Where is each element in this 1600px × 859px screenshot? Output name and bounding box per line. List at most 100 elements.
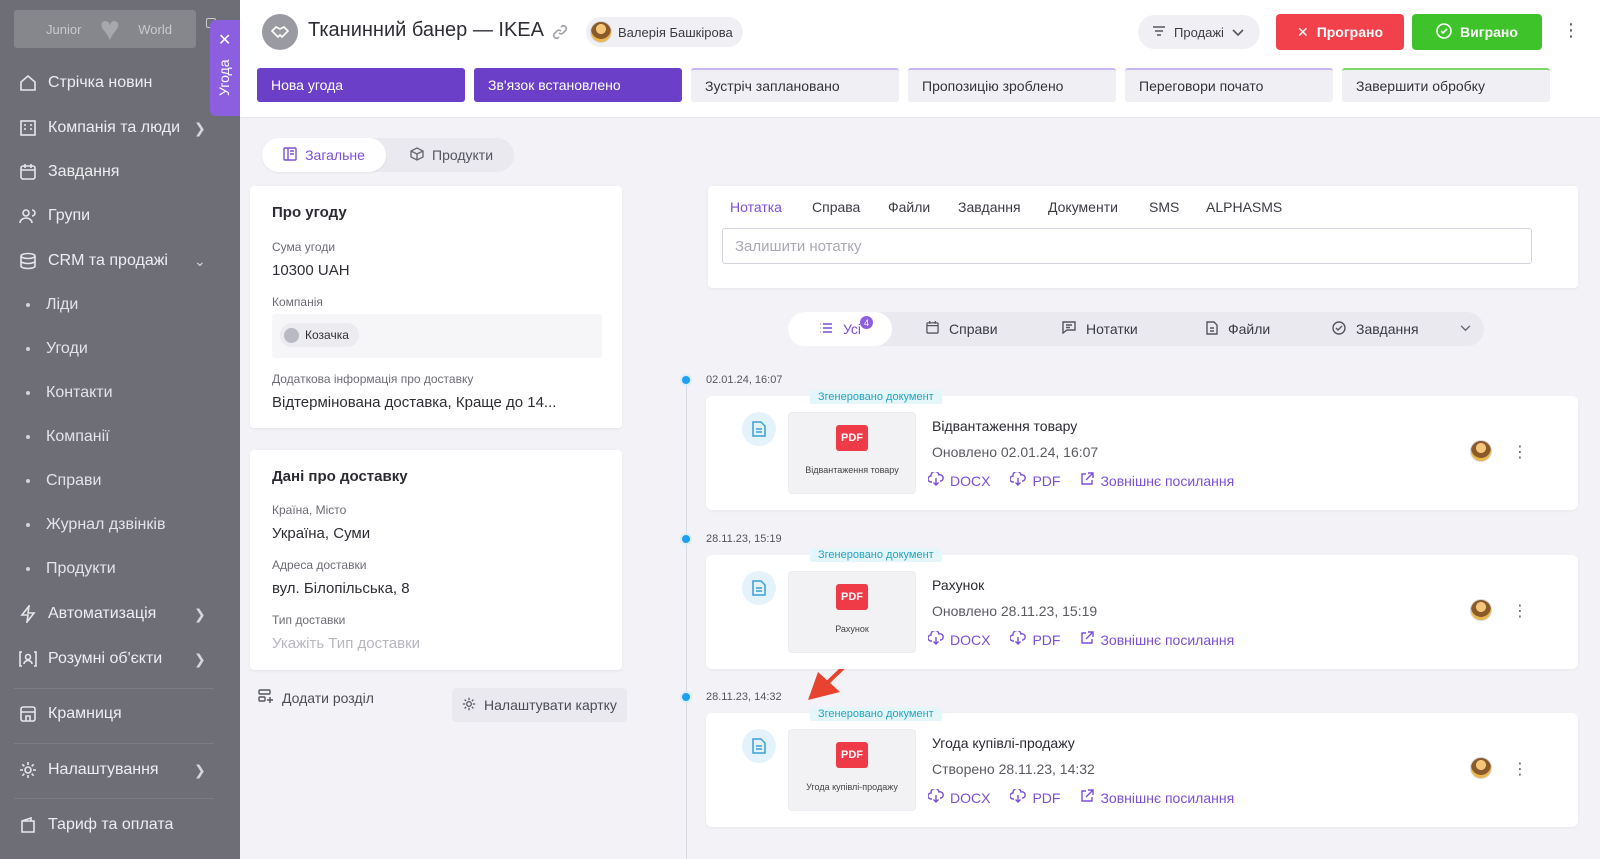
- filter-notes[interactable]: Нотатки: [1062, 312, 1138, 346]
- extra-info-value[interactable]: Відтермінована доставка, Краще до 14...: [272, 394, 556, 411]
- composer-tab-alphasms[interactable]: ALPHASMS: [1206, 199, 1282, 215]
- timeline-dot: [680, 533, 692, 545]
- won-button[interactable]: Виграно: [1412, 14, 1542, 50]
- drawer-tab-label: Угода: [216, 59, 232, 97]
- sidebar-item-automation[interactable]: Автоматизація ❯: [18, 604, 206, 624]
- sidebar-item-tasks[interactable]: Завдання: [18, 162, 119, 182]
- add-section-button[interactable]: Додати розділ: [258, 688, 374, 707]
- sidebar-subitem-label: Журнал дзвінків: [46, 516, 166, 533]
- more-options-icon[interactable]: ⋮: [1562, 20, 1580, 41]
- logo[interactable]: Junior ♥ World: [14, 10, 196, 48]
- lost-button[interactable]: ✕ Програно: [1276, 14, 1404, 50]
- sidebar-subitem-companies[interactable]: Компанії: [26, 428, 110, 446]
- deal-drawer-tab[interactable]: ✕ Угода: [210, 20, 240, 116]
- sidebar-item-settings[interactable]: Налаштування ❯: [18, 760, 206, 780]
- tab-general[interactable]: Загальне: [262, 138, 386, 172]
- stage-proposal-made[interactable]: Пропозицію зроблено: [908, 68, 1116, 102]
- sidebar-item-smart-objects[interactable]: Розумні об'єкти ❯: [18, 649, 206, 669]
- filter-cases[interactable]: Справи: [926, 312, 998, 346]
- document-thumbnail[interactable]: PDF Відвантаження товару: [788, 412, 916, 494]
- download-docx-link[interactable]: DOCX: [927, 470, 990, 489]
- timeline-line: [686, 380, 687, 859]
- filter-all[interactable]: Усі 4: [788, 312, 892, 346]
- stage-finish[interactable]: Завершити обробку: [1342, 68, 1550, 102]
- sidebar-subitem-products[interactable]: Продукти: [26, 560, 116, 578]
- composer-tab-tasks[interactable]: Завдання: [958, 199, 1021, 215]
- avatar: [590, 21, 612, 43]
- pipeline-select[interactable]: Продажі: [1138, 15, 1260, 49]
- handshake-icon: [262, 14, 298, 50]
- composer-tab-note[interactable]: Нотатка: [730, 199, 782, 215]
- more-options-icon[interactable]: ⋮: [1512, 601, 1528, 621]
- note-input[interactable]: [722, 228, 1532, 264]
- logo-text-right: World: [138, 21, 172, 37]
- sidebar-item-feed[interactable]: Стрічка новин: [18, 73, 152, 93]
- stage-meeting-scheduled[interactable]: Зустріч заплановано: [691, 68, 899, 102]
- owner-chip[interactable]: Валерія Башкірова: [586, 17, 743, 47]
- sidebar-item-crm[interactable]: CRM та продажі ⌄: [18, 251, 206, 271]
- more-options-icon[interactable]: ⋮: [1512, 759, 1528, 779]
- external-link-icon: [1080, 789, 1095, 806]
- address-value[interactable]: вул. Білопільська, 8: [272, 580, 410, 597]
- link-label: PDF: [1032, 789, 1061, 806]
- sidebar-subitem-label: Компанії: [46, 428, 110, 445]
- timeline-date: 28.11.23, 14:32: [706, 691, 782, 703]
- composer-tab-case[interactable]: Справа: [812, 199, 860, 215]
- city-value[interactable]: Україна, Суми: [272, 525, 370, 542]
- sidebar-item-label: Завдання: [48, 163, 120, 180]
- card-title: Дані про доставку: [272, 468, 408, 485]
- delivery-card: Дані про доставку Країна, Місто Україна,…: [250, 450, 622, 670]
- sidebar-item-label: Групи: [48, 207, 91, 224]
- sidebar-subitem-calls[interactable]: Журнал дзвінків: [26, 516, 165, 534]
- document-thumbnail[interactable]: PDF Рахунок: [788, 571, 916, 653]
- filter-label: Справи: [949, 321, 998, 337]
- composer-tab-files[interactable]: Файли: [888, 199, 930, 215]
- stage-label: Пропозицію зроблено: [922, 78, 1064, 94]
- chevron-down-icon[interactable]: [1460, 321, 1471, 335]
- stage-label: Зустріч заплановано: [705, 78, 840, 94]
- external-link[interactable]: Зовнішнє посилання: [1080, 472, 1234, 489]
- filter-files[interactable]: Файли: [1206, 312, 1270, 346]
- download-pdf-link[interactable]: PDF: [1009, 470, 1060, 489]
- external-link[interactable]: Зовнішнє посилання: [1080, 789, 1234, 806]
- document-thumbnail[interactable]: PDF Угода купівлі-продажу: [788, 729, 916, 811]
- thumbnail-name: Угода купівлі-продажу: [806, 782, 898, 792]
- stage-contacted[interactable]: Зв'язок встановлено: [474, 68, 682, 102]
- status-badge: Згенеровано документ: [810, 390, 942, 404]
- field-label: Сума угоди: [272, 240, 336, 254]
- download-docx-link[interactable]: DOCX: [927, 629, 990, 648]
- configure-card-button[interactable]: Налаштувати картку: [452, 688, 627, 722]
- sidebar-item-company[interactable]: Компанія та люди ❯: [18, 118, 206, 138]
- close-icon[interactable]: ✕: [218, 30, 231, 50]
- cloud-download-icon: [927, 629, 944, 648]
- sidebar-subitem-leads[interactable]: Ліди: [26, 296, 78, 314]
- sidebar-item-store[interactable]: Крамниця: [18, 704, 122, 724]
- composer-tab-sms[interactable]: SMS: [1149, 199, 1179, 215]
- download-pdf-link[interactable]: PDF: [1009, 629, 1060, 648]
- delivery-type-field[interactable]: Укажіть Тип доставки: [272, 635, 420, 652]
- sidebar-subitem-contacts[interactable]: Контакти: [26, 384, 113, 402]
- filter-tasks[interactable]: Завдання: [1332, 312, 1419, 346]
- sidebar-item-groups[interactable]: Групи: [18, 206, 90, 226]
- sidebar-subitem-label: Справи: [46, 472, 102, 489]
- count-badge: 4: [860, 316, 873, 329]
- stage-label: Переговори почато: [1139, 78, 1264, 94]
- more-options-icon[interactable]: ⋮: [1512, 442, 1528, 462]
- composer-tab-documents[interactable]: Документи: [1048, 199, 1118, 215]
- stage-new-deal[interactable]: Нова угода: [257, 68, 465, 102]
- sidebar-subitem-deals[interactable]: Угоди: [26, 340, 88, 358]
- external-link[interactable]: Зовнішнє посилання: [1080, 631, 1234, 648]
- tab-products[interactable]: Продукти: [410, 138, 493, 172]
- stage-negotiation[interactable]: Переговори почато: [1125, 68, 1333, 102]
- stage-label: Завершити обробку: [1356, 78, 1485, 94]
- download-pdf-link[interactable]: PDF: [1009, 787, 1061, 806]
- field-label: Адреса доставки: [272, 558, 367, 572]
- amount-value[interactable]: 10300 UAH: [272, 262, 350, 279]
- company-field[interactable]: Козачка: [272, 314, 602, 358]
- download-docx-link[interactable]: DOCX: [927, 787, 990, 806]
- pdf-badge: PDF: [836, 584, 868, 610]
- company-chip[interactable]: Козачка: [280, 323, 359, 347]
- link-icon[interactable]: [552, 24, 568, 43]
- sidebar-item-billing[interactable]: Тариф та оплата: [18, 815, 173, 835]
- sidebar-subitem-cases[interactable]: Справи: [26, 472, 101, 490]
